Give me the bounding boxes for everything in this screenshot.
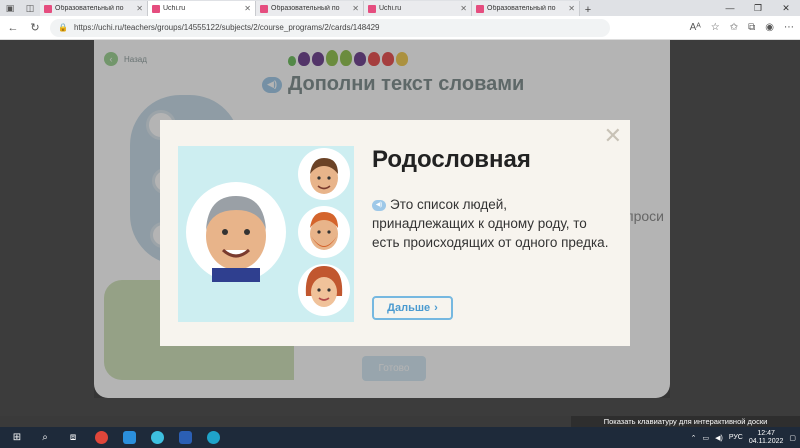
modal-description: ◀) Это список людей, принадлежащих к одно… [372, 195, 612, 252]
browser-toolbar: ← ↻ 🔒 https://uchi.ru/teachers/groups/14… [0, 16, 800, 40]
definition-modal: ✕ Родословная ◀) Это список людей, прина… [160, 120, 630, 346]
favicon-icon [44, 4, 52, 13]
taskbar: ⊞ ⌕ ⧈ ⌃ ▭ ◀) РУС 12:47 04.11.2022 ▢ [0, 427, 800, 448]
address-bar[interactable]: 🔒 https://uchi.ru/teachers/groups/145551… [50, 18, 610, 37]
maximize-icon[interactable]: ❐ [744, 0, 772, 16]
edge-icon[interactable] [200, 427, 226, 448]
tab-close-icon[interactable]: ✕ [352, 4, 359, 13]
browser-tools: Aᴬ ☆ ✩ ⧉ ◉ ⋯ [690, 22, 794, 33]
notifications-icon[interactable]: ▢ [789, 434, 796, 442]
osk-hint[interactable]: Показать клавиатуру для интерактивной до… [571, 416, 800, 427]
collections-icon[interactable]: ⧉ [748, 22, 755, 33]
chevron-right-icon: › [434, 302, 438, 314]
tab-actions-icon[interactable]: ◫ [20, 0, 40, 16]
family-portraits-svg [186, 148, 350, 316]
favicon-icon [368, 4, 376, 13]
favicon-icon [152, 4, 160, 13]
tab-close-icon[interactable]: ✕ [244, 4, 251, 13]
tab-title: Uchi.ru [163, 5, 186, 12]
browser-tab-2[interactable]: Uchi.ru ✕ [148, 1, 256, 16]
reader-icon[interactable]: Aᴬ [690, 22, 701, 33]
tab-close-icon[interactable]: ✕ [460, 4, 467, 13]
tab-close-icon[interactable]: ✕ [568, 4, 575, 13]
volume-icon[interactable]: ◀) [715, 434, 723, 442]
browser-tab-5[interactable]: Образовательный по ✕ [472, 1, 580, 16]
app-icon[interactable] [144, 427, 170, 448]
next-label: Дальше [387, 302, 431, 314]
tab-title: Образовательный по [55, 5, 124, 12]
description-text: Это список людей, принадлежащих к одному… [372, 197, 609, 250]
minimize-icon[interactable]: — [716, 0, 744, 16]
chrome-icon[interactable] [88, 427, 114, 448]
clock-time: 12:47 [757, 429, 775, 437]
lock-icon: 🔒 [58, 23, 68, 32]
tab-title: Uchi.ru [379, 5, 402, 12]
network-icon[interactable]: ▭ [702, 434, 709, 442]
family-illustration [178, 146, 354, 322]
window-menu-icon[interactable]: ▣ [0, 0, 20, 16]
tab-title: Образовательный по [271, 5, 340, 12]
speaker-icon[interactable]: ◀) [372, 199, 386, 211]
clock[interactable]: 12:47 04.11.2022 [749, 430, 784, 446]
close-icon[interactable]: ✕ [604, 125, 622, 147]
search-icon[interactable]: ⌕ [32, 427, 58, 448]
favorites-icon[interactable]: ✩ [730, 22, 738, 33]
more-menu-icon[interactable]: ⋯ [784, 22, 794, 33]
url-text: https://uchi.ru/teachers/groups/14555122… [73, 23, 380, 32]
browser-tabbar: ▣ ◫ Образовательный по ✕ Uchi.ru ✕ Образ… [0, 0, 800, 16]
reload-icon[interactable]: ↻ [28, 21, 42, 34]
favorite-star-icon[interactable]: ☆ [711, 22, 720, 33]
next-button[interactable]: Дальше › [372, 296, 453, 320]
modal-title: Родословная [372, 146, 531, 173]
profile-icon[interactable]: ◉ [765, 22, 774, 33]
tab-title: Образовательный по [487, 5, 556, 12]
favicon-icon [260, 4, 268, 13]
browser-tab-3[interactable]: Образовательный по ✕ [256, 1, 364, 16]
chevron-up-icon[interactable]: ⌃ [691, 434, 697, 442]
favicon-icon [476, 4, 484, 13]
new-tab-button[interactable]: + [580, 4, 596, 16]
window-controls: — ❐ ✕ [716, 0, 800, 16]
back-arrow-icon[interactable]: ← [6, 22, 20, 34]
task-view-icon[interactable]: ⧈ [60, 427, 86, 448]
windows-start-icon[interactable]: ⊞ [4, 427, 30, 448]
browser-tab-4[interactable]: Uchi.ru ✕ [364, 1, 472, 16]
language-indicator[interactable]: РУС [729, 434, 743, 441]
browser-tab-1[interactable]: Образовательный по ✕ [40, 1, 148, 16]
skype-icon[interactable] [116, 427, 142, 448]
close-window-icon[interactable]: ✕ [772, 0, 800, 16]
word-icon[interactable] [172, 427, 198, 448]
clock-date: 04.11.2022 [748, 437, 784, 445]
tab-close-icon[interactable]: ✕ [136, 4, 143, 13]
system-tray: ⌃ ▭ ◀) РУС 12:47 04.11.2022 ▢ [691, 430, 796, 446]
